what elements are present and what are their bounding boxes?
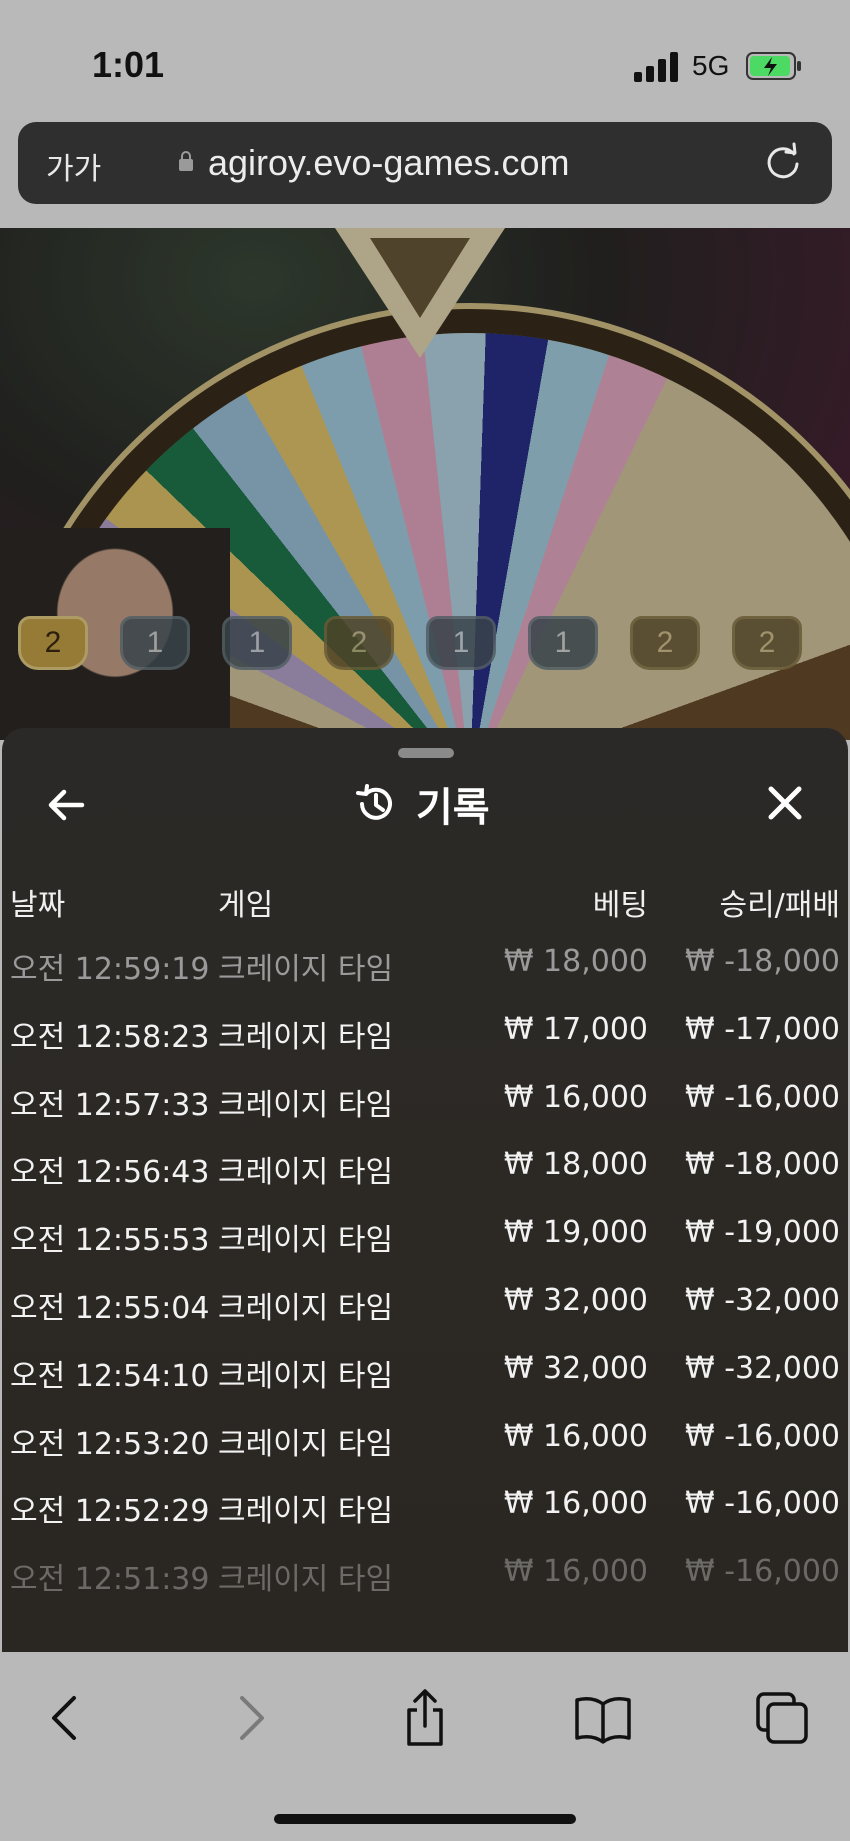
row-game: 크레이지 타임 <box>218 1019 394 1055</box>
table-row[interactable]: 오전 12:57:33 크레이지 타임 ₩ 16,000 ₩ -16,000 <box>2 1080 848 1148</box>
row-result: ₩ -16,000 <box>685 1079 840 1115</box>
table-row[interactable]: 오전 12:59:19 크레이지 타임 ₩ 18,000 ₩ -18,000 <box>2 944 848 1012</box>
row-date: 오전 12:56:43 <box>10 1155 210 1191</box>
row-game: 크레이지 타임 <box>218 1087 394 1123</box>
url-field[interactable]: agiroy.evo-games.com <box>179 142 570 184</box>
status-time: 1:01 <box>92 44 165 85</box>
row-bet: ₩ 32,000 <box>503 1350 648 1386</box>
table-row[interactable]: 오전 12:55:04 크레이지 타임 ₩ 32,000 ₩ -32,000 <box>2 1283 848 1351</box>
url-text: agiroy.evo-games.com <box>208 142 570 183</box>
row-game: 크레이지 타임 <box>218 1562 394 1598</box>
column-header-result[interactable]: 승리/패배 <box>719 880 840 924</box>
row-bet: ₩ 19,000 <box>503 1215 648 1251</box>
column-header-game[interactable]: 게임 <box>218 880 273 924</box>
text-size-button[interactable]: 가가 <box>46 144 101 188</box>
row-game: 크레이지 타임 <box>218 952 394 987</box>
row-game: 크레이지 타임 <box>218 1494 394 1530</box>
drag-handle[interactable] <box>398 748 454 758</box>
bookmarks-icon[interactable] <box>573 1688 633 1748</box>
row-date: 오전 12:59:19 <box>10 952 210 987</box>
row-date: 오전 12:52:29 <box>10 1494 210 1530</box>
row-bet: ₩ 16,000 <box>503 1554 648 1590</box>
lock-icon <box>179 151 193 171</box>
address-bar[interactable]: 가가 agiroy.evo-games.com <box>18 122 832 204</box>
row-result: ₩ -18,000 <box>685 944 840 979</box>
column-header-date[interactable]: 날짜 <box>10 880 65 924</box>
row-date: 오전 12:55:04 <box>10 1291 210 1326</box>
table-row[interactable]: 오전 12:53:20 크레이지 타임 ₩ 16,000 ₩ -16,000 <box>2 1419 848 1487</box>
row-bet: ₩ 16,000 <box>503 1418 648 1454</box>
battery-icon <box>746 52 801 80</box>
share-icon[interactable] <box>395 1688 455 1748</box>
tabs-icon[interactable] <box>752 1688 812 1748</box>
row-result: ₩ -18,000 <box>685 1147 840 1183</box>
network-type: 5G <box>692 50 730 81</box>
cellular-signal-icon <box>634 50 680 82</box>
row-date: 오전 12:55:53 <box>10 1223 210 1259</box>
row-bet: ₩ 32,000 <box>503 1283 648 1318</box>
row-result: ₩ -17,000 <box>685 1011 840 1047</box>
table-row[interactable]: 오전 12:52:29 크레이지 타임 ₩ 16,000 ₩ -16,000 <box>2 1486 848 1554</box>
row-bet: ₩ 18,000 <box>503 944 648 979</box>
back-icon[interactable] <box>38 1688 98 1748</box>
browser-toolbar <box>0 1652 850 1841</box>
row-result: ₩ -16,000 <box>685 1418 840 1454</box>
row-result: ₩ -32,000 <box>685 1283 840 1318</box>
history-icon <box>356 784 392 820</box>
row-date: 오전 12:54:10 <box>10 1358 210 1394</box>
row-bet: ₩ 17,000 <box>503 1011 648 1047</box>
home-indicator <box>274 1814 576 1824</box>
row-result: ₩ -16,000 <box>685 1554 840 1590</box>
table-row[interactable]: 오전 12:55:53 크레이지 타임 ₩ 19,000 ₩ -19,000 <box>2 1215 848 1283</box>
row-result: ₩ -16,000 <box>685 1486 840 1522</box>
status-bar: 1:01 5G <box>0 0 850 120</box>
row-date: 오전 12:58:23 <box>10 1019 210 1055</box>
table-row[interactable]: 오전 12:56:43 크레이지 타임 ₩ 18,000 ₩ -18,000 <box>2 1147 848 1215</box>
close-icon[interactable] <box>760 778 810 828</box>
column-header-bet[interactable]: 베팅 <box>593 880 648 924</box>
row-date: 오전 12:53:20 <box>10 1426 210 1462</box>
table-row[interactable]: 오전 12:51:39 크레이지 타임 ₩ 16,000 ₩ -16,000 <box>2 1554 848 1622</box>
row-date: 오전 12:57:33 <box>10 1087 210 1123</box>
game-video: 21121122 <box>0 228 850 740</box>
row-result: ₩ -19,000 <box>685 1215 840 1251</box>
row-game: 크레이지 타임 <box>218 1291 394 1326</box>
row-game: 크레이지 타임 <box>218 1155 394 1191</box>
row-date: 오전 12:51:39 <box>10 1562 210 1598</box>
row-result: ₩ -32,000 <box>685 1350 840 1386</box>
back-arrow-icon[interactable] <box>42 780 92 830</box>
forward-icon[interactable] <box>218 1688 278 1748</box>
row-bet: ₩ 18,000 <box>503 1147 648 1183</box>
row-game: 크레이지 타임 <box>218 1426 394 1462</box>
row-game: 크레이지 타임 <box>218 1358 394 1394</box>
table-row[interactable]: 오전 12:54:10 크레이지 타임 ₩ 32,000 ₩ -32,000 <box>2 1351 848 1419</box>
panel-header: 기록 <box>354 778 490 831</box>
table-row[interactable]: 오전 12:58:23 크레이지 타임 ₩ 17,000 ₩ -17,000 <box>2 1012 848 1080</box>
reload-icon[interactable] <box>764 142 804 182</box>
row-bet: ₩ 16,000 <box>503 1486 648 1522</box>
row-game: 크레이지 타임 <box>218 1223 394 1259</box>
row-bet: ₩ 16,000 <box>503 1079 648 1115</box>
scene-overlay <box>0 228 850 740</box>
history-panel: 기록 날짜 게임 베팅 승리/패배 오전 12:59:19 크레이지 타임 ₩ 18… <box>2 728 848 1652</box>
panel-title: 기록 <box>416 785 490 831</box>
